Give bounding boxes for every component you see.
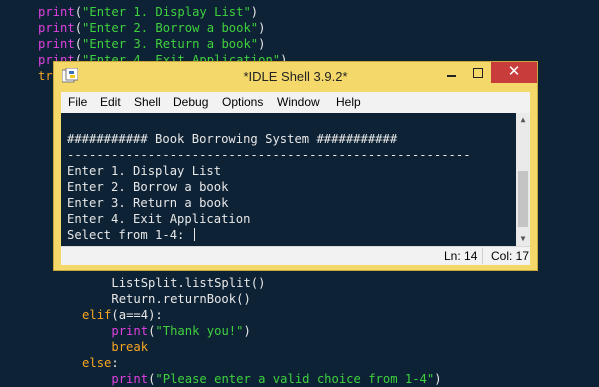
idle-shell-window[interactable]: *IDLE Shell 3.9.2* ✕ File Edit Shell Deb… xyxy=(53,61,538,271)
code-line: Return.returnBook() xyxy=(38,291,251,307)
code-token: "Thank you!" xyxy=(155,324,244,338)
console-line: ----------------------------------------… xyxy=(67,148,471,162)
minimize-button[interactable] xyxy=(439,62,465,83)
code-token: elif xyxy=(82,308,112,322)
code-token: print xyxy=(38,21,75,35)
menu-window[interactable]: Window xyxy=(277,95,320,109)
console-line: ########### Book Borrowing System ######… xyxy=(67,132,398,146)
code-token: ( xyxy=(74,21,83,35)
scroll-up-arrow-icon[interactable]: ▲ xyxy=(516,113,530,127)
code-token: Return.returnBook() xyxy=(111,292,251,306)
menu-options[interactable]: Options xyxy=(222,95,263,109)
maximize-button[interactable] xyxy=(465,62,491,83)
code-token: break xyxy=(111,340,149,354)
input-prompt-line[interactable]: Select from 1-4: xyxy=(67,227,195,243)
code-line: break xyxy=(38,339,148,355)
code-token: tr xyxy=(38,69,53,83)
minimize-icon xyxy=(447,75,456,77)
maximize-icon xyxy=(473,68,483,78)
code-token: "Enter 3. Return a book" xyxy=(82,37,259,51)
close-icon: ✕ xyxy=(507,63,521,80)
code-line: tr xyxy=(38,68,53,84)
code-token: ) xyxy=(258,21,266,35)
code-token: print xyxy=(38,5,75,19)
column-number-indicator: Col: 17 xyxy=(491,249,530,263)
code-token: ) xyxy=(250,5,259,19)
code-token: "Enter 1. Display List" xyxy=(82,5,251,19)
code-token: (a==4): xyxy=(111,308,163,322)
line-number-indicator: Ln: 14 xyxy=(444,249,478,263)
menu-debug[interactable]: Debug xyxy=(173,95,208,109)
menu-shell[interactable]: Shell xyxy=(134,95,161,109)
code-token: ) xyxy=(434,372,442,386)
menu-help[interactable]: Help xyxy=(336,95,361,109)
code-line: print("Thank you!") xyxy=(38,323,251,339)
code-line: ListSplit.listSplit() xyxy=(38,275,265,291)
input-prompt: Select from 1-4: xyxy=(67,228,192,242)
console-line: Enter 4. Exit Application xyxy=(67,212,251,226)
scroll-down-arrow-icon[interactable]: ▼ xyxy=(516,232,530,246)
text-cursor xyxy=(193,228,195,241)
code-token: print xyxy=(38,37,75,51)
code-token: ) xyxy=(258,37,266,51)
menu-file[interactable]: File xyxy=(68,95,87,109)
code-token: : xyxy=(111,356,119,370)
code-line: print("Enter 1. Display List") xyxy=(38,4,258,20)
status-bar: Ln: 14 Col: 17 xyxy=(61,246,530,265)
console-line: Enter 3. Return a book xyxy=(67,196,229,210)
code-token: ( xyxy=(74,5,83,19)
code-line: print("Please enter a valid choice from … xyxy=(38,371,442,387)
code-token: print xyxy=(111,372,149,386)
scroll-thumb[interactable] xyxy=(518,171,528,227)
title-bar[interactable]: *IDLE Shell 3.9.2* ✕ xyxy=(54,62,537,92)
code-token: "Please enter a valid choice from 1-4" xyxy=(155,372,435,386)
code-token: ListSplit.listSplit() xyxy=(111,276,266,290)
shell-console[interactable]: ########### Book Borrowing System ######… xyxy=(61,113,516,246)
menu-bar: File Edit Shell Debug Options Window Hel… xyxy=(61,92,530,113)
vertical-scrollbar[interactable]: ▲ ▼ xyxy=(516,113,530,246)
close-button[interactable]: ✕ xyxy=(491,62,537,83)
menu-edit[interactable]: Edit xyxy=(100,95,121,109)
code-line: print("Enter 2. Borrow a book") xyxy=(38,20,265,36)
code-line: else: xyxy=(38,355,119,371)
status-divider xyxy=(482,248,483,264)
code-token: print xyxy=(111,324,149,338)
console-line: Enter 1. Display List xyxy=(67,164,222,178)
code-token: "Enter 2. Borrow a book" xyxy=(82,21,259,35)
code-token: ) xyxy=(243,324,251,338)
code-line: elif(a==4): xyxy=(38,307,163,323)
console-line: Enter 2. Borrow a book xyxy=(67,180,229,194)
code-line: print("Enter 3. Return a book") xyxy=(38,36,265,52)
code-token: else xyxy=(82,356,112,370)
code-token: ( xyxy=(74,37,83,51)
